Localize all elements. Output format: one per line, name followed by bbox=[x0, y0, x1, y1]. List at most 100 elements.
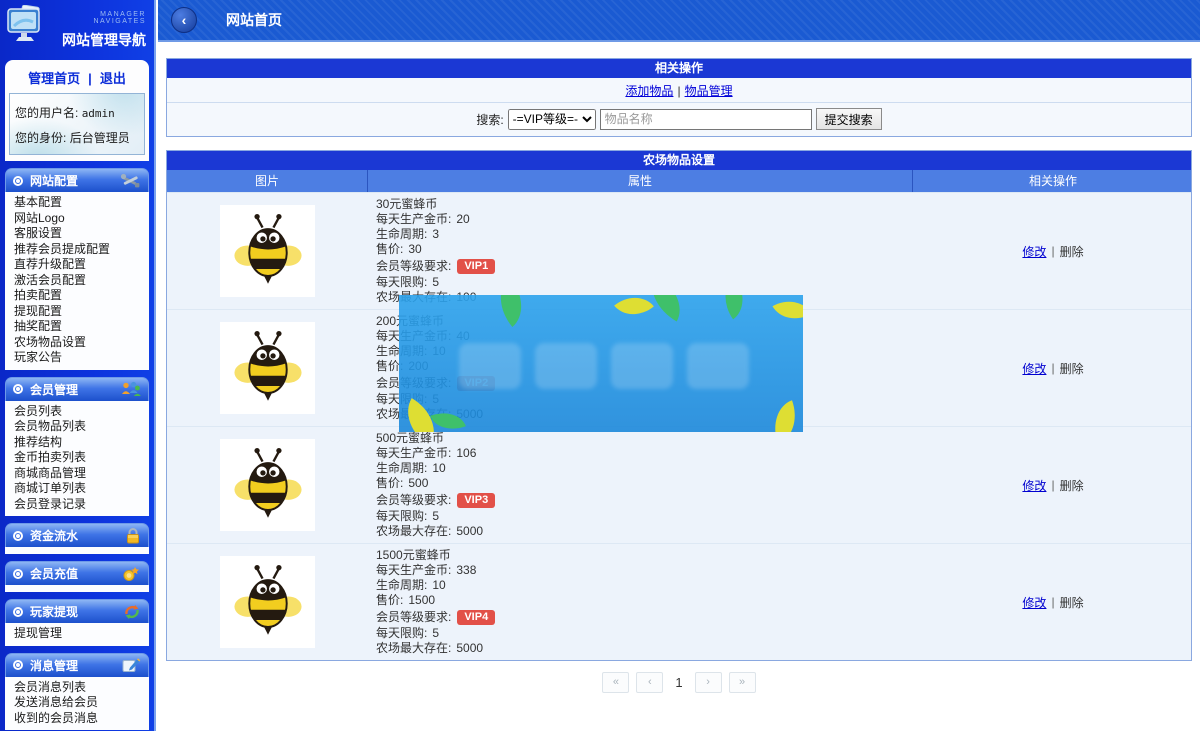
ops-links: 添加物品|物品管理 bbox=[167, 78, 1191, 102]
admin-home-link[interactable]: 管理首页 bbox=[28, 71, 80, 86]
topbar: ‹ 网站首页 bbox=[158, 0, 1200, 42]
leaf-icon bbox=[766, 400, 803, 432]
vip-badge: VIP3 bbox=[457, 493, 495, 508]
delete-link[interactable]: 删除 bbox=[1060, 360, 1084, 377]
search-row: 搜索: -=VIP等级=- 提交搜索 bbox=[167, 102, 1191, 136]
edit-link[interactable]: 修改 bbox=[1022, 360, 1046, 377]
lock-icon bbox=[125, 527, 141, 544]
bullet-icon bbox=[13, 607, 23, 617]
admin-nav-links: 管理首页 | 退出 bbox=[9, 65, 145, 93]
bullet-icon bbox=[13, 660, 23, 670]
daily-gold-value: 338 bbox=[456, 563, 476, 578]
edit-link[interactable]: 修改 bbox=[1022, 243, 1046, 260]
back-arrow-icon: ‹ bbox=[182, 12, 187, 28]
bee-icon bbox=[229, 562, 307, 642]
sidebar-header-funds[interactable]: 资金流水 bbox=[5, 523, 149, 547]
sidebar-item[interactable]: 金币拍卖列表 bbox=[14, 450, 147, 466]
brand-title: 网站管理导航 bbox=[52, 30, 146, 50]
life-cycle-value: 10 bbox=[432, 461, 445, 476]
link-separator: | bbox=[88, 71, 92, 86]
sidebar-header-site-config[interactable]: 网站配置 bbox=[5, 168, 149, 192]
sidebar-item[interactable]: 提现管理 bbox=[14, 626, 147, 642]
sidebar-item[interactable]: 商城订单列表 bbox=[14, 481, 147, 497]
prev-page-button[interactable]: ‹ bbox=[636, 672, 663, 693]
logout-link[interactable]: 退出 bbox=[100, 71, 126, 86]
daily-limit-value: 5 bbox=[432, 275, 439, 290]
sidebar-item[interactable]: 激活会员配置 bbox=[14, 273, 147, 289]
table-column-headers: 图片 属性 相关操作 bbox=[167, 170, 1191, 192]
computer-monitor-icon bbox=[4, 5, 52, 54]
item-name: 1500元蜜蜂币 bbox=[376, 548, 913, 563]
sidebar-header-recharge[interactable]: 会员充值 bbox=[5, 561, 149, 585]
sidebar-item[interactable]: 推荐会员提成配置 bbox=[14, 242, 147, 258]
price-value: 30 bbox=[408, 242, 421, 257]
sidebar-section-site-config: 网站配置 基本配置网站Logo客服设置推荐会员提成配置直荐升级配置激活会员配置拍… bbox=[5, 168, 149, 370]
first-page-button[interactable]: « bbox=[602, 672, 629, 693]
sidebar-header-members[interactable]: 会员管理 bbox=[5, 377, 149, 401]
sidebar-item[interactable]: 提现配置 bbox=[14, 304, 147, 320]
leaf-icon bbox=[487, 295, 536, 327]
sidebar-item[interactable]: 会员消息列表 bbox=[14, 680, 147, 696]
bee-icon bbox=[229, 328, 307, 408]
bullet-icon bbox=[13, 384, 23, 394]
sidebar-section-messages: 消息管理 会员消息列表发送消息给会员收到的会员消息 bbox=[5, 653, 149, 731]
search-label: 搜索: bbox=[476, 111, 503, 128]
withdraw-arrows-icon bbox=[123, 604, 141, 620]
farm-max-value: 5000 bbox=[456, 641, 483, 656]
sidebar-item[interactable]: 商城商品管理 bbox=[14, 466, 147, 482]
item-name: 30元蜜蜂币 bbox=[376, 197, 913, 212]
leaf-icon bbox=[614, 295, 654, 326]
sidebar-item[interactable]: 推荐结构 bbox=[14, 435, 147, 451]
sidebar-header-withdraw[interactable]: 玩家提现 bbox=[5, 599, 149, 623]
sidebar-item[interactable]: 玩家公告 bbox=[14, 350, 147, 366]
role-label: 您的身份: bbox=[15, 131, 66, 145]
column-header-attrs: 属性 bbox=[368, 170, 913, 192]
next-page-button[interactable]: › bbox=[695, 672, 722, 693]
table-row: 30元蜜蜂币 每天生产金币:20 生命周期:3 售价:30 会员等级要求:VIP… bbox=[167, 192, 1191, 309]
daily-limit-value: 5 bbox=[432, 626, 439, 641]
sidebar-item[interactable]: 会员列表 bbox=[14, 404, 147, 420]
submit-search-button[interactable]: 提交搜索 bbox=[816, 108, 882, 130]
users-icon bbox=[120, 381, 141, 397]
daily-gold-value: 20 bbox=[456, 212, 469, 227]
sidebar-item[interactable]: 直荐升级配置 bbox=[14, 257, 147, 273]
bee-icon bbox=[229, 445, 307, 525]
brand-subtitle: MANAGER NAVIGATES bbox=[52, 11, 146, 25]
sidebar-item[interactable]: 客服设置 bbox=[14, 226, 147, 242]
vip-level-select[interactable]: -=VIP等级=- bbox=[508, 109, 596, 130]
sidebar-item[interactable]: 网站Logo bbox=[14, 211, 147, 227]
add-item-link[interactable]: 添加物品 bbox=[625, 84, 673, 98]
sidebar-item[interactable]: 抽奖配置 bbox=[14, 319, 147, 335]
item-name-input[interactable] bbox=[600, 109, 812, 130]
edit-link[interactable]: 修改 bbox=[1022, 594, 1046, 611]
bee-item-image bbox=[220, 322, 315, 414]
logo: MANAGER NAVIGATES 网站管理导航 bbox=[0, 0, 154, 58]
sidebar-item[interactable]: 收到的会员消息 bbox=[14, 711, 147, 727]
delete-link[interactable]: 删除 bbox=[1060, 594, 1084, 611]
price-value: 500 bbox=[408, 476, 428, 491]
sidebar-item[interactable]: 会员物品列表 bbox=[14, 419, 147, 435]
user-info-box: 您的用户名: admin 您的身份: 后台管理员 bbox=[9, 93, 145, 155]
current-page-number: 1 bbox=[670, 675, 687, 690]
daily-limit-value: 5 bbox=[432, 509, 439, 524]
column-header-actions: 相关操作 bbox=[913, 170, 1193, 192]
sidebar-item[interactable]: 发送消息给会员 bbox=[14, 695, 147, 711]
price-value: 1500 bbox=[408, 593, 435, 608]
edit-link[interactable]: 修改 bbox=[1022, 477, 1046, 494]
delete-link[interactable]: 删除 bbox=[1060, 243, 1084, 260]
sidebar-item[interactable]: 农场物品设置 bbox=[14, 335, 147, 351]
back-button[interactable]: ‹ bbox=[171, 7, 197, 33]
life-cycle-value: 3 bbox=[432, 227, 439, 242]
sidebar-item[interactable]: 会员登录记录 bbox=[14, 497, 147, 513]
recharge-icon bbox=[122, 566, 141, 582]
pagination: « ‹ 1 › » bbox=[158, 672, 1200, 693]
promo-image-overlay bbox=[399, 295, 803, 432]
manage-items-link[interactable]: 物品管理 bbox=[685, 84, 733, 98]
delete-link[interactable]: 删除 bbox=[1060, 477, 1084, 494]
page: MANAGER NAVIGATES 网站管理导航 管理首页 | 退出 您的用户名: … bbox=[0, 0, 1200, 731]
daily-gold-value: 106 bbox=[456, 446, 476, 461]
last-page-button[interactable]: » bbox=[729, 672, 756, 693]
sidebar-header-messages[interactable]: 消息管理 bbox=[5, 653, 149, 677]
sidebar-item[interactable]: 拍卖配置 bbox=[14, 288, 147, 304]
sidebar-item[interactable]: 基本配置 bbox=[14, 195, 147, 211]
